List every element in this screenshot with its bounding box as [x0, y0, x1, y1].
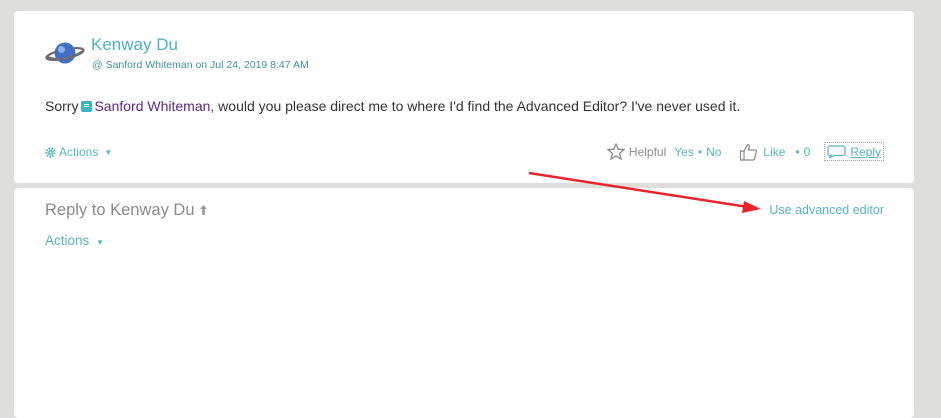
actions-menu[interactable]: Actions ▼: [45, 145, 112, 159]
post-body: Sorry Sanford Whiteman, would you please …: [45, 98, 740, 114]
reply-button[interactable]: Reply: [824, 142, 884, 161]
helpful-group: Helpful Yes • No: [606, 143, 721, 160]
reply-label: Reply: [850, 144, 881, 159]
planet-avatar-icon[interactable]: [44, 38, 86, 68]
post-toolbar: Helpful Yes • No Like • 0 Reply: [606, 142, 884, 161]
author-link[interactable]: Kenway Du: [91, 35, 178, 55]
like-count: 0: [803, 144, 811, 159]
reply-actions-menu[interactable]: Actions ▼: [45, 233, 104, 248]
like-group: Like • 0: [739, 143, 810, 161]
like-link[interactable]: Like: [763, 145, 785, 159]
reply-card: Reply to Kenway Du Actions ▼ Use advance…: [14, 188, 914, 418]
use-advanced-editor-link[interactable]: Use advanced editor: [769, 203, 884, 217]
helpful-yes-link[interactable]: Yes: [674, 145, 694, 159]
reply-actions-label: Actions: [45, 233, 90, 248]
arrow-up-icon[interactable]: [199, 204, 208, 216]
thumbs-up-icon[interactable]: [739, 143, 758, 161]
star-icon[interactable]: [606, 143, 625, 160]
chevron-down-icon: ▼: [104, 147, 113, 157]
post-card: Kenway Du @ Sanford Whiteman on Jul 24, …: [14, 11, 914, 183]
separator-dot: •: [795, 144, 800, 159]
chevron-down-icon: ▼: [96, 238, 104, 247]
actions-label: Actions: [59, 145, 99, 159]
speech-bubble-icon: [827, 145, 846, 159]
helpful-label: Helpful: [628, 144, 667, 159]
body-suffix: , would you please direct me to where I'…: [210, 98, 741, 114]
helpful-no-link[interactable]: No: [706, 145, 721, 159]
mention-link[interactable]: Sanford Whiteman: [94, 98, 210, 114]
reply-title: Reply to Kenway Du: [45, 201, 208, 220]
separator-dot: •: [697, 144, 703, 159]
post-meta[interactable]: @ Sanford Whiteman on Jul 24, 2019 8:47 …: [92, 59, 309, 71]
mention-user-icon: [81, 101, 93, 112]
gear-icon: [45, 146, 56, 158]
reply-title-text: Reply to Kenway Du: [45, 201, 195, 219]
body-prefix: Sorry: [45, 98, 79, 114]
